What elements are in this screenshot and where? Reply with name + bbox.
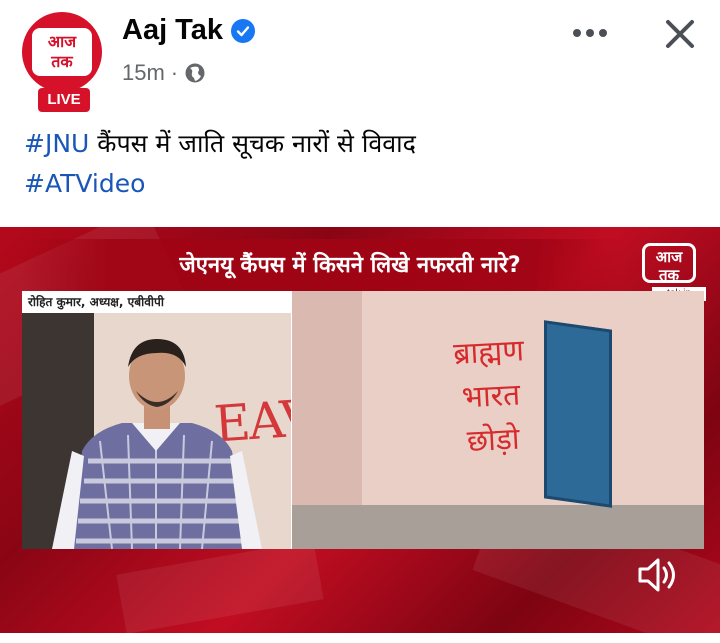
avatar-logo: आज तक	[22, 12, 102, 92]
channel-logo-line1: आज	[655, 248, 683, 266]
graffiti-right-line2: भारत	[460, 377, 521, 416]
mute-button[interactable]	[632, 549, 684, 601]
avatar-logo-text: आज तक	[32, 28, 92, 76]
speaker-figure	[52, 339, 262, 549]
floor	[292, 505, 704, 549]
globe-icon	[185, 63, 205, 83]
speaker-icon	[638, 558, 675, 592]
page-name-text[interactable]: Aaj Tak	[122, 14, 223, 47]
graffiti-right-line3: छोड़ो	[466, 421, 521, 460]
more-options-button[interactable]	[566, 18, 614, 48]
page-name[interactable]: Aaj Tak	[122, 14, 256, 47]
caption-line-1: #JNU कैंपस में जाति सूचक नारों से विवाद	[24, 124, 704, 164]
hashtag-atvideo[interactable]: #ATVideo	[24, 169, 145, 198]
post-header: आज तक LIVE Aaj Tak 15m ·	[0, 0, 720, 112]
video-player[interactable]: जेएनयू कैंपस में किसने लिखे नफरती नारे? …	[0, 227, 720, 633]
graffiti-right: ब्राह्मण भारत छोड़ो	[413, 327, 570, 467]
post-time[interactable]: 15m	[122, 60, 165, 86]
more-options-icon	[573, 29, 581, 37]
video-headline: जेएनयू कैंपस में किसने लिखे नफरती नारे?	[179, 253, 521, 278]
post-meta: 15m ·	[122, 60, 206, 86]
channel-logo-box: आज तक	[642, 243, 696, 284]
graffiti-right-line1: ब्राह्मण	[452, 333, 525, 372]
more-options-icon	[586, 29, 594, 37]
speaker-panel: EAVE रोहित कुमार, अध्यक्ष, एबीवीपी	[22, 291, 292, 549]
caption-text: कैंपस में जाति सूचक नारों से विवाद	[89, 129, 416, 158]
caption-line-2: #ATVideo	[24, 164, 704, 204]
avatar-logo-line1: आज	[47, 32, 77, 51]
graffiti-panel: ब्राह्मण भारत छोड़ो	[292, 291, 704, 549]
more-options-icon	[599, 29, 607, 37]
close-icon	[666, 20, 694, 48]
live-badge: LIVE	[38, 88, 90, 112]
channel-logo: आज तक tak.in	[636, 237, 708, 301]
channel-logo-line2: तक	[658, 266, 680, 284]
avatar-logo-line2: तक	[51, 52, 73, 71]
post-caption: #JNU कैंपस में जाति सूचक नारों से विवाद …	[24, 124, 704, 204]
speaker-name-strap: रोहित कुमार, अध्यक्ष, एबीवीपी	[22, 291, 292, 313]
background-shard	[116, 540, 324, 633]
close-button[interactable]	[656, 10, 704, 58]
verified-badge-icon	[231, 18, 256, 43]
hashtag-jnu[interactable]: #JNU	[24, 129, 89, 158]
meta-separator: ·	[170, 60, 179, 85]
page-avatar[interactable]: आज तक LIVE	[18, 12, 106, 112]
